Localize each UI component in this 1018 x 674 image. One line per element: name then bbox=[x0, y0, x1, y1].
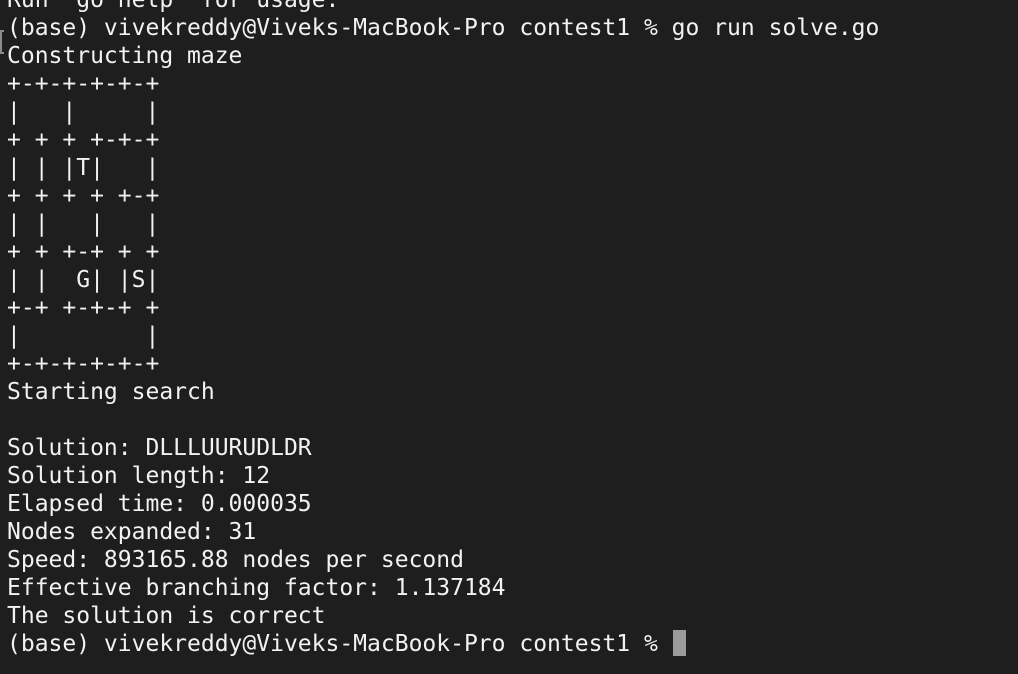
maze-row: | | | bbox=[7, 99, 160, 125]
output-line: Solution: DLLLUURUDLDR bbox=[7, 435, 312, 461]
command-line: (base) vivekreddy@Viveks-MacBook-Pro con… bbox=[7, 15, 880, 41]
shell-prompt: (base) vivekreddy@Viveks-MacBook-Pro con… bbox=[7, 631, 672, 657]
maze-row: | | |T| | bbox=[7, 155, 160, 181]
maze-row: | | bbox=[7, 323, 160, 349]
output-line: Nodes expanded: 31 bbox=[7, 519, 257, 545]
output-line: Elapsed time: 0.000035 bbox=[7, 491, 312, 517]
terminal-window[interactable]: Run 'go help' for usage. (base) vivekred… bbox=[0, 0, 1018, 674]
maze-row: +-+-+-+-+-+ bbox=[7, 71, 160, 97]
maze-row: +-+ +-+-+ + bbox=[7, 295, 160, 321]
maze-row: | | G| |S| bbox=[7, 267, 160, 293]
text-cursor[interactable] bbox=[672, 630, 686, 656]
maze-row: +-+-+-+-+-+ bbox=[7, 351, 160, 377]
maze-row: + + + +-+-+ bbox=[7, 127, 160, 153]
output-line: Run 'go help' for usage. bbox=[7, 0, 340, 13]
command-mark-icon bbox=[0, 30, 4, 54]
maze-row: | | | | bbox=[7, 211, 160, 237]
maze-row: + + +-+ + + bbox=[7, 239, 160, 265]
output-line: The solution is correct bbox=[7, 603, 326, 629]
output-line: Effective branching factor: 1.137184 bbox=[7, 575, 506, 601]
output-line: Constructing maze bbox=[7, 43, 243, 69]
output-line: Speed: 893165.88 nodes per second bbox=[7, 547, 464, 573]
output-line: Starting search bbox=[7, 379, 215, 405]
output-line: Solution length: 12 bbox=[7, 463, 271, 489]
maze-row: + + + + +-+ bbox=[7, 183, 160, 209]
prompt-line[interactable]: (base) vivekreddy@Viveks-MacBook-Pro con… bbox=[7, 630, 1018, 658]
